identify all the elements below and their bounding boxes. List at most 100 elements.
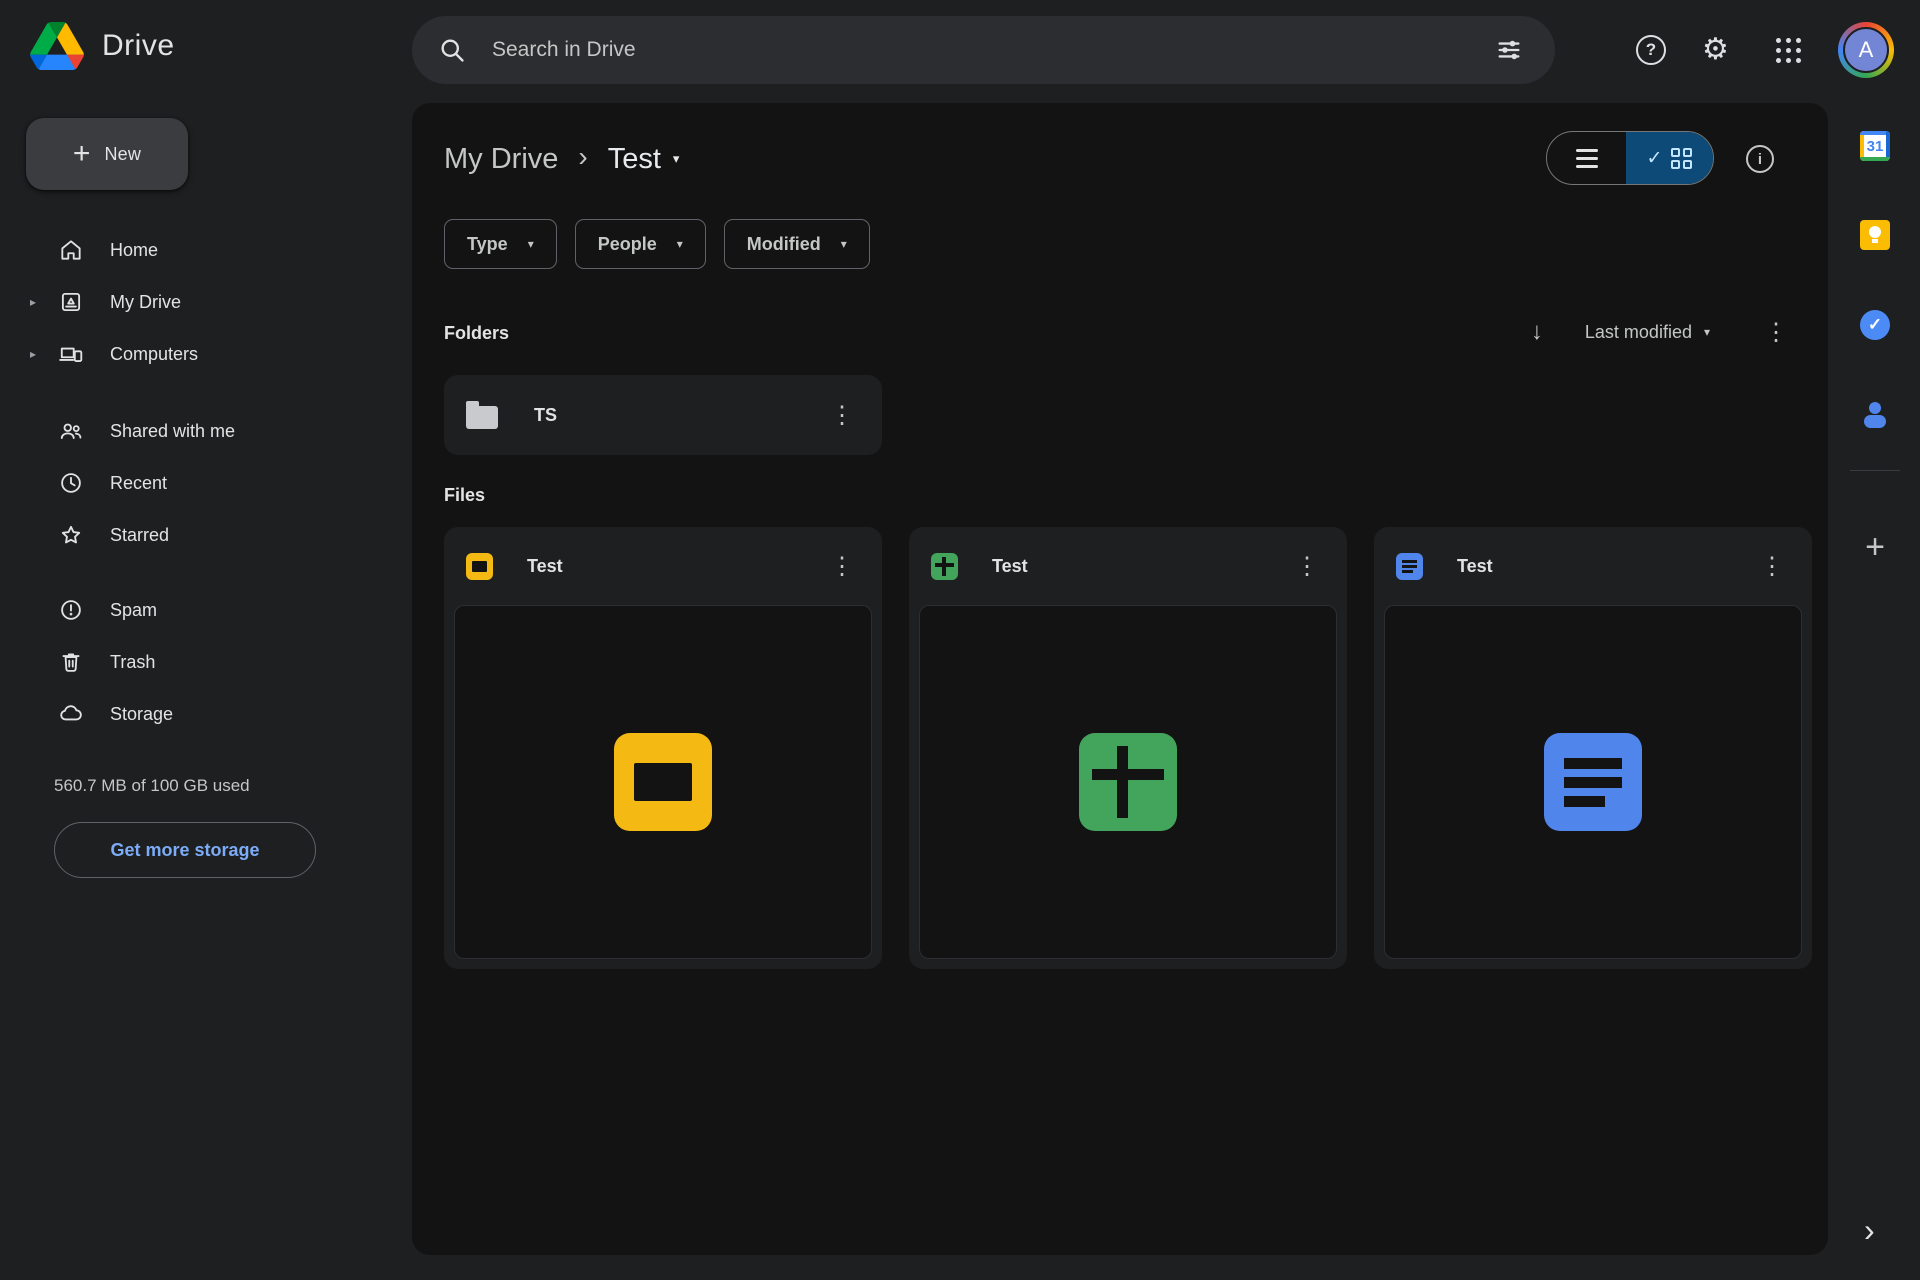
rail-divider — [1850, 470, 1900, 471]
file-card-slides[interactable]: Test ⋮ — [444, 527, 882, 969]
list-view-icon — [1575, 148, 1598, 168]
account-avatar[interactable]: A — [1838, 22, 1894, 78]
search-icon[interactable] — [438, 36, 466, 64]
file-card-header: Test ⋮ — [1374, 527, 1812, 605]
contacts-icon — [1869, 402, 1881, 414]
file-card-sheets[interactable]: Test ⋮ — [909, 527, 1347, 969]
sort-by-button[interactable]: Last modified — [1585, 322, 1692, 343]
get-more-storage-button[interactable]: Get more storage — [54, 822, 316, 878]
sort-direction-button[interactable]: ↓ — [1531, 318, 1543, 346]
file-more-button[interactable]: ⋮ — [1754, 552, 1790, 581]
list-view-button[interactable] — [1547, 132, 1626, 184]
sidebar-item-storage[interactable]: Storage — [14, 688, 334, 740]
slides-file-icon — [466, 552, 493, 580]
avatar-letter: A — [1843, 27, 1889, 73]
caret-down-icon: ▾ — [840, 237, 847, 251]
info-icon: i — [1757, 150, 1763, 168]
gear-icon: ⚙ — [1702, 33, 1729, 66]
tune-icon — [1498, 40, 1520, 60]
search-options-button[interactable] — [1489, 30, 1529, 70]
drive-logo[interactable]: Drive — [30, 22, 175, 70]
file-more-button[interactable]: ⋮ — [1289, 552, 1325, 581]
breadcrumb-my-drive[interactable]: My Drive — [444, 143, 558, 176]
hide-side-panel-button[interactable]: › — [1864, 1212, 1875, 1249]
chevron-right-icon: › — [1864, 1212, 1875, 1248]
sidebar-item-my-drive[interactable]: ▸ My Drive — [14, 276, 334, 328]
google-apps-button[interactable] — [1776, 38, 1802, 64]
expand-caret-icon[interactable]: ▸ — [30, 295, 36, 309]
grid-view-button-selected[interactable]: ✓ — [1626, 132, 1713, 184]
home-icon — [58, 237, 84, 263]
sidebar-item-home[interactable]: Home — [14, 224, 334, 276]
drive-triangle-icon — [30, 22, 84, 70]
details-button[interactable]: i — [1746, 145, 1774, 173]
app-title: Drive — [102, 29, 175, 62]
settings-button[interactable]: ⚙ — [1702, 30, 1729, 70]
sidebar-item-recent[interactable]: Recent — [14, 457, 334, 509]
file-thumbnail — [1384, 605, 1802, 959]
shared-with-me-icon — [58, 418, 84, 444]
more-options-button[interactable]: ⋮ — [1758, 318, 1794, 347]
storage-cloud-icon — [58, 701, 84, 727]
plus-icon: + — [72, 137, 91, 170]
question-icon: ? — [1645, 40, 1657, 59]
filter-chip-modified[interactable]: Modified ▾ — [723, 219, 870, 269]
folder-more-button[interactable]: ⋮ — [824, 401, 860, 430]
docs-file-icon-large — [1544, 733, 1642, 831]
storage-usage-text: 560.7 MB of 100 GB used — [54, 776, 250, 795]
keep-sidebar-button[interactable] — [1860, 220, 1890, 250]
google-drive-window: Drive ? ⚙ A + New — [0, 0, 1920, 1280]
caret-down-icon: ▾ — [676, 237, 683, 251]
trash-icon — [58, 649, 84, 675]
search-bar[interactable] — [412, 16, 1555, 84]
breadcrumb-current-folder[interactable]: Test ▾ — [608, 143, 680, 176]
sidebar-item-computers[interactable]: ▸ Computers — [14, 328, 334, 380]
starred-icon — [58, 522, 84, 548]
check-icon: ✓ — [1646, 147, 1663, 169]
sheets-file-icon-large — [1079, 733, 1177, 831]
my-drive-icon — [58, 289, 84, 315]
expand-caret-icon[interactable]: ▸ — [30, 347, 36, 361]
new-button[interactable]: + New — [26, 118, 188, 190]
contacts-sidebar-button[interactable] — [1860, 400, 1890, 430]
folder-card-ts[interactable]: TS ⋮ — [444, 375, 882, 455]
chevron-right-icon: › — [578, 141, 588, 172]
recent-icon — [58, 470, 84, 496]
nav-section-tertiary: Spam Trash Storage — [14, 584, 334, 740]
computers-icon — [58, 341, 84, 367]
folder-icon — [466, 400, 498, 429]
caret-down-icon: ▾ — [1703, 325, 1710, 339]
filter-chip-type[interactable]: Type ▾ — [444, 219, 557, 269]
file-card-header: Test ⋮ — [909, 527, 1347, 605]
apps-grid-icon — [1776, 38, 1781, 43]
tasks-icon: ✓ — [1867, 315, 1883, 334]
help-button[interactable]: ? — [1636, 35, 1666, 65]
docs-file-icon — [1396, 552, 1423, 580]
file-thumbnail — [919, 605, 1337, 959]
caret-down-icon: ▾ — [527, 237, 534, 251]
file-thumbnail — [454, 605, 872, 959]
search-input[interactable] — [492, 38, 1489, 62]
plus-icon: + — [1865, 527, 1885, 566]
grid-view-icon — [1671, 147, 1693, 169]
calendar-sidebar-button[interactable]: 31 — [1860, 131, 1890, 161]
spam-icon — [58, 597, 84, 623]
sidebar-item-starred[interactable]: Starred — [14, 509, 334, 561]
add-apps-button[interactable]: + — [1858, 527, 1892, 566]
files-section-label: Files — [444, 485, 486, 505]
tasks-sidebar-button[interactable]: ✓ — [1860, 310, 1890, 340]
filter-chips: Type ▾ People ▾ Modified ▾ — [444, 219, 870, 269]
sidebar-item-trash[interactable]: Trash — [14, 636, 334, 688]
sort-controls: ↓ Last modified ▾ ⋮ — [1531, 307, 1794, 357]
sidebar-item-spam[interactable]: Spam — [14, 584, 334, 636]
file-card-docs[interactable]: Test ⋮ — [1374, 527, 1812, 969]
calendar-icon: 31 — [1866, 137, 1884, 155]
file-more-button[interactable]: ⋮ — [824, 552, 860, 581]
nav-section-secondary: Shared with me Recent Starred — [14, 405, 334, 561]
keep-icon — [1869, 226, 1881, 238]
folders-section-label: Folders — [444, 323, 510, 343]
sidebar-item-shared-with-me[interactable]: Shared with me — [14, 405, 334, 457]
caret-down-icon: ▾ — [672, 151, 680, 166]
filter-chip-people[interactable]: People ▾ — [574, 219, 706, 269]
file-card-header: Test ⋮ — [444, 527, 882, 605]
